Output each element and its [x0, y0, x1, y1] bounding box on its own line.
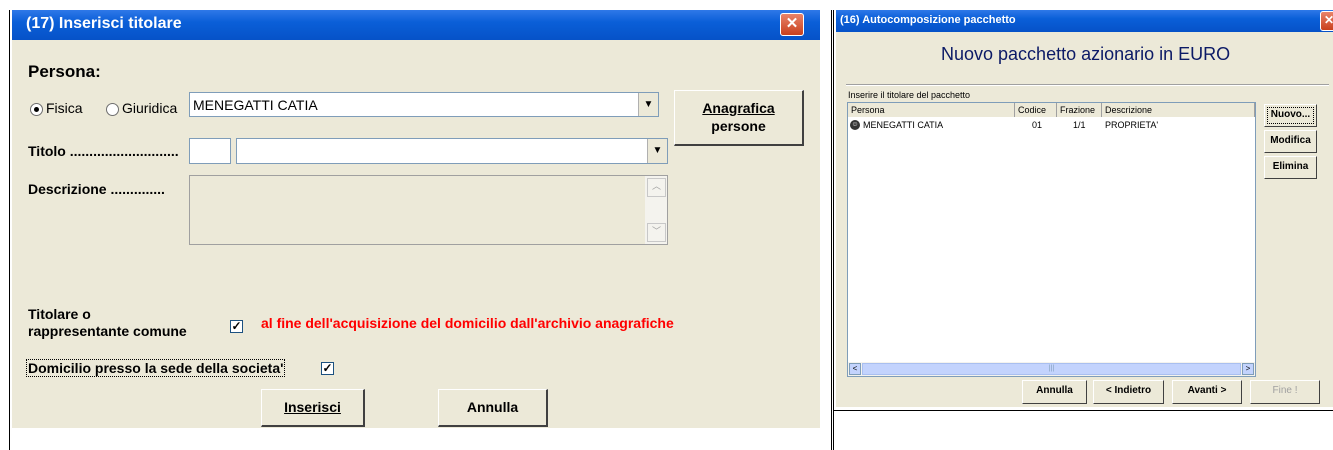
indietro-button[interactable]: < Indietro: [1093, 380, 1164, 404]
close-icon: ✕: [1323, 13, 1333, 27]
table-row[interactable]: ☺ MENEGATTI CATIA 01 1/1 PROPRIETA': [848, 118, 1255, 132]
chevron-down-icon[interactable]: ▼: [647, 139, 667, 163]
autocomposizione-pacchetto-dialog: (16) Autocomposizione pacchetto ✕ Nuovo …: [836, 10, 1333, 407]
red-note: al fine dell'acquisizione del domicilio …: [261, 315, 674, 331]
annulla-button[interactable]: Annulla: [1022, 380, 1087, 404]
person-icon: ☺: [850, 120, 860, 130]
persona-combobox[interactable]: MENEGATTI CATIA ▼: [189, 92, 659, 117]
close-button[interactable]: ✕: [1320, 11, 1333, 31]
radio-giuridica[interactable]: [106, 103, 119, 116]
frame-line-left: [9, 10, 10, 450]
list-hscrollbar[interactable]: < ||| >: [848, 362, 1255, 376]
column-header-persona[interactable]: Persona: [848, 103, 1015, 117]
radio-fisica[interactable]: [30, 103, 43, 116]
modifica-button[interactable]: Modifica: [1264, 130, 1317, 153]
window-title: (16) Autocomposizione pacchetto: [840, 14, 1016, 26]
cell-persona: MENEGATTI CATIA: [863, 120, 944, 130]
scroll-right-icon[interactable]: >: [1242, 363, 1254, 375]
descrizione-textarea: ︿ ﹀: [189, 175, 668, 245]
title-bar: (16) Autocomposizione pacchetto ✕: [836, 10, 1333, 32]
frame-line-right-divider: [833, 10, 834, 450]
scroll-thumb[interactable]: |||: [862, 363, 1241, 375]
domicilio-label: Domicilio presso la sede della societa': [26, 359, 286, 377]
inserisci-button[interactable]: Inserisci: [261, 389, 365, 427]
inserisci-titolare-dialog: (17) Inserisci titolare ✕ Persona: Fisic…: [12, 10, 820, 428]
close-icon: ✕: [785, 15, 799, 32]
titolari-listview[interactable]: Persona Codice Frazione Descrizione ☺ ME…: [847, 102, 1256, 377]
scroll-left-icon[interactable]: <: [849, 363, 861, 375]
column-header-frazione[interactable]: Frazione: [1057, 103, 1102, 117]
scroll-up-icon[interactable]: ︿: [647, 178, 666, 197]
titolare-checkbox[interactable]: ✓: [230, 320, 243, 333]
annulla-button[interactable]: Annulla: [438, 389, 548, 427]
descrizione-label: Descrizione ..............: [28, 181, 165, 197]
titolo-label: Titolo ............................: [28, 143, 179, 159]
domicilio-checkbox[interactable]: ✓: [321, 362, 334, 375]
list-caption: Inserire il titolare del pacchetto: [848, 90, 971, 100]
persona-label: Persona:: [28, 62, 101, 81]
title-bar: (17) Inserisci titolare ✕: [12, 10, 820, 40]
heading-separator: [846, 84, 1329, 86]
page-heading: Nuovo pacchetto azionario in EURO: [941, 44, 1231, 64]
frame-line-bottom: [833, 410, 1333, 411]
titolo-combobox[interactable]: ▼: [236, 138, 668, 164]
radio-giuridica-label[interactable]: Giuridica: [122, 100, 177, 116]
cell-codice: 01: [1032, 120, 1043, 130]
chevron-down-icon[interactable]: ▼: [638, 93, 658, 116]
close-button[interactable]: ✕: [780, 13, 804, 36]
cell-frazione: 1/1: [1073, 120, 1086, 130]
frame-line-mid: [831, 10, 832, 450]
textarea-scrollbar[interactable]: ︿ ﹀: [645, 176, 667, 244]
titolo-code-input[interactable]: [189, 138, 231, 164]
scroll-down-icon[interactable]: ﹀: [647, 223, 666, 242]
nuovo-button[interactable]: Nuovo...: [1264, 104, 1317, 127]
radio-fisica-label[interactable]: Fisica: [46, 100, 83, 116]
column-header-codice[interactable]: Codice: [1015, 103, 1057, 117]
column-header-descrizione[interactable]: Descrizione: [1102, 103, 1255, 117]
fine-button[interactable]: Fine !: [1250, 380, 1320, 404]
elimina-button[interactable]: Elimina: [1264, 156, 1317, 179]
persona-value: MENEGATTI CATIA: [193, 97, 318, 113]
avanti-button[interactable]: Avanti >: [1172, 380, 1242, 404]
cell-descrizione: PROPRIETA': [1105, 120, 1159, 130]
anagrafica-line2: persone: [711, 118, 766, 134]
titolare-label: Titolare o rappresentante comune: [28, 306, 187, 339]
anagrafica-line1: Anagrafica: [702, 100, 775, 116]
window-title: (17) Inserisci titolare: [26, 15, 182, 32]
anagrafica-persone-button[interactable]: Anagrafica persone: [674, 90, 804, 146]
